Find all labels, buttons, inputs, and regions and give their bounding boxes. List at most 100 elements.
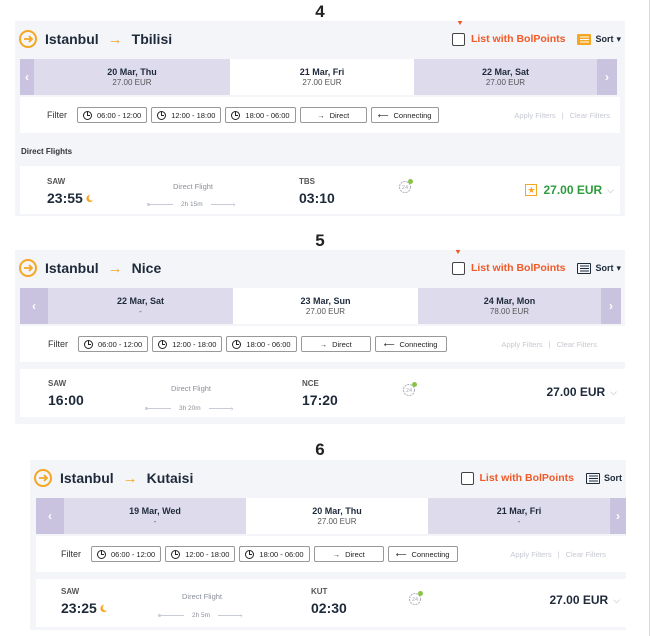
filter-morning-button[interactable]: 06:00 - 12:00 bbox=[78, 336, 149, 352]
prev-date-button[interactable]: ‹ bbox=[36, 498, 64, 534]
arrival-airport: TBS bbox=[299, 177, 315, 186]
date-cell-selected[interactable]: 23 Mar, Sun 27.00 EUR bbox=[233, 288, 418, 324]
departure-airport: SAW bbox=[61, 587, 80, 596]
bolpoints-label[interactable]: List with BolPoints bbox=[480, 472, 575, 484]
filter-label: Filter bbox=[61, 549, 81, 559]
chevron-down-icon[interactable]: ⌵ bbox=[607, 185, 614, 196]
filter-connecting-button[interactable]: ⟵ Connecting bbox=[387, 546, 458, 562]
arrow-right-icon: → bbox=[332, 549, 341, 559]
date-price: - bbox=[153, 517, 157, 526]
chevron-down-icon[interactable]: ▾ bbox=[616, 34, 621, 45]
chevron-down-icon[interactable]: ⌵ bbox=[613, 595, 620, 606]
date-selector: ‹ 20 Mar, Thu 27.00 EUR 21 Mar, Fri 27.0… bbox=[20, 59, 617, 95]
sort-button[interactable]: Sort bbox=[595, 34, 613, 44]
next-date-button[interactable]: › bbox=[601, 288, 621, 324]
step-number: 5 bbox=[315, 231, 325, 250]
arrival-airport: NCE bbox=[302, 379, 319, 388]
clock-icon bbox=[171, 549, 181, 559]
filter-direct-button[interactable]: → Direct bbox=[300, 336, 371, 352]
filter-night-button[interactable]: 18:00 - 06:00 bbox=[225, 107, 296, 123]
prev-date-button[interactable]: ‹ bbox=[20, 59, 34, 95]
departure-time: 23:25 bbox=[61, 600, 108, 616]
bolpoints-checkbox[interactable] bbox=[451, 261, 465, 275]
date-cell[interactable]: 19 Mar, Wed - bbox=[64, 498, 246, 534]
apply-filters-button[interactable]: Apply Filters bbox=[514, 111, 555, 120]
route-header: Istanbul → Tbilisi List with BolPoints S… bbox=[15, 21, 625, 57]
bolpoints-checkbox[interactable] bbox=[451, 32, 465, 46]
bolpoints-label[interactable]: List with BolPoints bbox=[471, 33, 566, 45]
flight-price: 27.00 EUR bbox=[546, 385, 606, 399]
date-cell[interactable]: 22 Mar, Sat 27.00 EUR bbox=[414, 59, 597, 95]
flight-result-card[interactable]: SAW 16:00 Direct Flight 3h 20m › NCE 17:2… bbox=[20, 369, 625, 417]
date-cell-selected[interactable]: 20 Mar, Thu 27.00 EUR bbox=[246, 498, 428, 534]
step-number: 4 bbox=[315, 2, 325, 21]
clear-filters-button[interactable]: Clear Filters bbox=[566, 550, 606, 559]
sort-icon[interactable] bbox=[577, 33, 592, 45]
filter-night-button[interactable]: 18:00 - 06:00 bbox=[226, 336, 297, 352]
connecting-icon: ⟵ bbox=[395, 549, 407, 559]
date-label: 24 Mar, Mon bbox=[483, 296, 536, 306]
date-label: 21 Mar, Fri bbox=[299, 67, 345, 77]
connecting-icon: ⟵ bbox=[383, 339, 395, 349]
flight-type: Direct Flight bbox=[171, 384, 212, 393]
clock-icon bbox=[84, 339, 93, 349]
sort-button[interactable]: Sort bbox=[604, 473, 622, 483]
date-cell[interactable]: 21 Mar, Fri - bbox=[428, 498, 610, 534]
next-date-button[interactable]: › bbox=[597, 59, 617, 95]
svg-text:24: 24 bbox=[412, 597, 418, 603]
sort-icon[interactable] bbox=[577, 262, 592, 274]
filter-night-button[interactable]: 18:00 - 06:00 bbox=[239, 546, 310, 562]
date-price: 27.00 EUR bbox=[112, 78, 152, 87]
date-cell[interactable]: 20 Mar, Thu 27.00 EUR bbox=[34, 59, 230, 95]
svg-text:24: 24 bbox=[406, 388, 412, 394]
flight-result-card[interactable]: SAW 23:25 Direct Flight 2h 5m › KUT 02:30… bbox=[36, 579, 626, 627]
arrow-right-icon: → bbox=[319, 339, 328, 349]
apply-filters-button[interactable]: Apply Filters bbox=[510, 550, 551, 559]
route-arrow-icon: → bbox=[122, 469, 138, 487]
plane-icon bbox=[19, 30, 37, 48]
clear-filters-button[interactable]: Clear Filters bbox=[557, 340, 597, 349]
price-area: ★ 27.00 EUR ⌵ bbox=[525, 183, 614, 197]
header-actions: List with BolPoints Sort ▾ bbox=[451, 250, 621, 286]
filter-afternoon-button[interactable]: 12:00 - 18:00 bbox=[165, 546, 236, 562]
sort-button[interactable]: Sort bbox=[595, 263, 613, 273]
filter-connecting-button[interactable]: ⟵ Connecting bbox=[370, 107, 439, 123]
date-selector: ‹ 22 Mar, Sat - 23 Mar, Sun 27.00 EUR 24… bbox=[20, 288, 621, 324]
date-cell-selected[interactable]: 21 Mar, Fri 27.00 EUR bbox=[230, 59, 414, 95]
date-price: 27.00 EUR bbox=[317, 517, 357, 526]
filter-label: Filter bbox=[48, 339, 68, 349]
prev-date-button[interactable]: ‹ bbox=[20, 288, 48, 324]
arrival-time: 02:30 bbox=[311, 600, 347, 616]
destination-city: Nice bbox=[131, 260, 162, 276]
star-icon: ★ bbox=[525, 184, 538, 196]
flight-type: Direct Flight bbox=[182, 592, 223, 601]
flight-result-card[interactable]: SAW 23:55 Direct Flight 2h 15m › TBS 03:1… bbox=[20, 166, 620, 214]
filter-connecting-button[interactable]: ⟵ Connecting bbox=[374, 336, 447, 352]
clear-filters-button[interactable]: Clear Filters bbox=[570, 111, 610, 120]
baggage-icon: 24 bbox=[399, 179, 413, 193]
sort-icon[interactable] bbox=[586, 472, 600, 484]
bolpoints-label[interactable]: List with BolPoints bbox=[471, 262, 566, 274]
duration-line: 3h 20m › bbox=[145, 404, 233, 413]
date-price: 27.00 EUR bbox=[485, 78, 526, 87]
filter-morning-button[interactable]: 06:00 - 12:00 bbox=[91, 546, 162, 562]
filter-morning-button[interactable]: 06:00 - 12:00 bbox=[77, 107, 148, 123]
chevron-down-icon[interactable]: ⌵ bbox=[610, 387, 617, 398]
next-date-button[interactable]: › bbox=[610, 498, 626, 534]
bolpoints-checkbox[interactable] bbox=[460, 471, 474, 485]
arrow-right-icon: → bbox=[317, 110, 325, 120]
date-label: 21 Mar, Fri bbox=[496, 506, 542, 516]
filter-afternoon-button[interactable]: 12:00 - 18:00 bbox=[151, 107, 222, 123]
apply-filters-button[interactable]: Apply Filters bbox=[501, 340, 542, 349]
date-cell[interactable]: 22 Mar, Sat - bbox=[48, 288, 233, 324]
filter-direct-button[interactable]: → Direct bbox=[313, 546, 384, 562]
date-label: 20 Mar, Thu bbox=[312, 506, 362, 516]
date-cell[interactable]: 24 Mar, Mon 78.00 EUR bbox=[418, 288, 601, 324]
date-label: 19 Mar, Wed bbox=[129, 506, 181, 516]
notification-marker-icon bbox=[456, 21, 463, 25]
filter-afternoon-button[interactable]: 12:00 - 18:00 bbox=[152, 336, 223, 352]
filter-direct-button[interactable]: → Direct bbox=[299, 107, 367, 123]
chevron-down-icon[interactable]: ▾ bbox=[616, 263, 621, 274]
flight-results-panel-tbilisi: Istanbul → Tbilisi List with BolPoints S… bbox=[15, 21, 625, 216]
price-area: 27.00 EUR ⌵ bbox=[546, 385, 617, 399]
